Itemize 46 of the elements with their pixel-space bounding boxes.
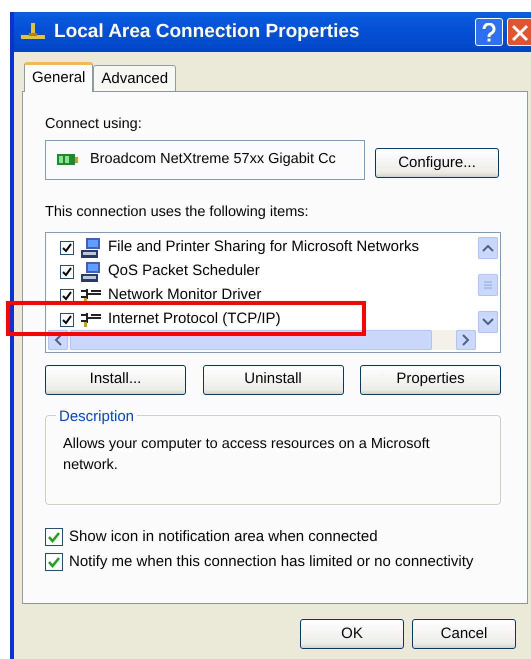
- configure-button[interactable]: Configure...: [375, 148, 499, 178]
- option-label[interactable]: Notify me when this connection has limited or no connectivity: [69, 550, 474, 574]
- description-text: Allows your computer to access resources on a Microsoft network.: [63, 434, 431, 476]
- dialog-button[interactable]: Cancel: [412, 619, 516, 649]
- help-icon: [482, 22, 496, 43]
- option-label[interactable]: Show icon in notification area when connected: [69, 526, 378, 548]
- close-icon: [510, 22, 530, 43]
- check-icon: [62, 242, 72, 252]
- list-item-label[interactable]: QoS Packet Scheduler: [108, 260, 260, 283]
- item-button[interactable]: Properties: [360, 364, 501, 394]
- help-button[interactable]: [475, 18, 503, 46]
- checkbox[interactable]: [45, 553, 63, 571]
- scroll-right-button[interactable]: [456, 330, 476, 350]
- network-card-icon: [56, 152, 78, 168]
- check-icon: [48, 531, 60, 543]
- check-icon: [62, 290, 72, 300]
- connect-using-label: Connect using:: [45, 115, 143, 134]
- scroll-down-button[interactable]: [478, 310, 498, 332]
- items-label: This connection uses the following items:: [45, 202, 310, 222]
- list-item-label[interactable]: Network Monitor Driver: [108, 284, 262, 307]
- protocol-icon: [80, 312, 102, 328]
- scroll-thumb[interactable]: [478, 274, 498, 296]
- window-title: Local Area Connection Properties: [54, 20, 360, 44]
- checkbox[interactable]: [45, 528, 63, 546]
- grip-icon: [483, 280, 493, 288]
- item-button[interactable]: Uninstall: [202, 364, 344, 394]
- check-icon: [62, 266, 72, 276]
- list-item-label[interactable]: File and Printer Sharing for Microsoft Networks: [108, 236, 419, 259]
- checkbox[interactable]: [60, 240, 74, 254]
- network-icon: [20, 22, 46, 42]
- check-icon: [62, 314, 72, 324]
- checkbox[interactable]: [60, 264, 74, 278]
- list-item-label[interactable]: Internet Protocol (TCP/IP): [108, 308, 281, 331]
- computer-icon: [80, 236, 102, 258]
- checkbox[interactable]: [60, 312, 74, 326]
- protocol-icon: [80, 288, 102, 304]
- dialog-button[interactable]: OK: [300, 619, 404, 649]
- computer-icon: [80, 260, 102, 282]
- check-icon: [48, 556, 60, 568]
- tab[interactable]: General: [24, 62, 94, 92]
- scroll-up-button[interactable]: [478, 236, 498, 258]
- close-button[interactable]: [507, 18, 531, 46]
- item-button[interactable]: Install...: [45, 364, 186, 394]
- tab[interactable]: Advanced: [93, 65, 176, 91]
- adapter-name: Broadcom NetXtreme 57xx Gigabit Cc: [90, 150, 336, 169]
- checkbox[interactable]: [60, 288, 74, 302]
